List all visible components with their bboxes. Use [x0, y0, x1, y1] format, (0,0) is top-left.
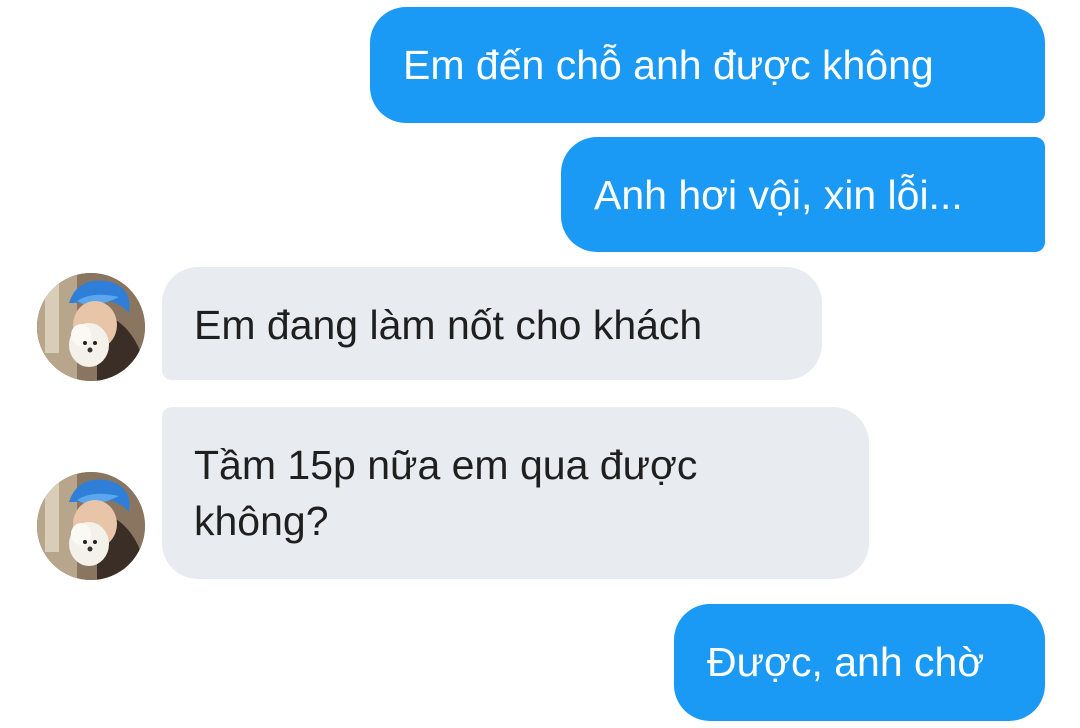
avatar-photo-icon	[37, 472, 145, 580]
contact-avatar[interactable]	[37, 472, 145, 580]
outgoing-message-bubble[interactable]: Được, anh chờ	[674, 604, 1045, 721]
outgoing-message-bubble[interactable]: Anh hơi vội, xin lỗi...	[561, 137, 1045, 252]
incoming-message-bubble[interactable]: Tầm 15p nữa em qua được không?	[162, 407, 869, 579]
incoming-message-bubble[interactable]: Em đang làm nốt cho khách	[162, 267, 822, 380]
avatar-photo-icon	[37, 273, 145, 381]
outgoing-message-bubble[interactable]: Em đến chỗ anh được không	[370, 7, 1045, 123]
contact-avatar[interactable]	[37, 273, 145, 381]
chat-thread[interactable]: Em đến chỗ anh được không Anh hơi vội, x…	[0, 0, 1080, 728]
